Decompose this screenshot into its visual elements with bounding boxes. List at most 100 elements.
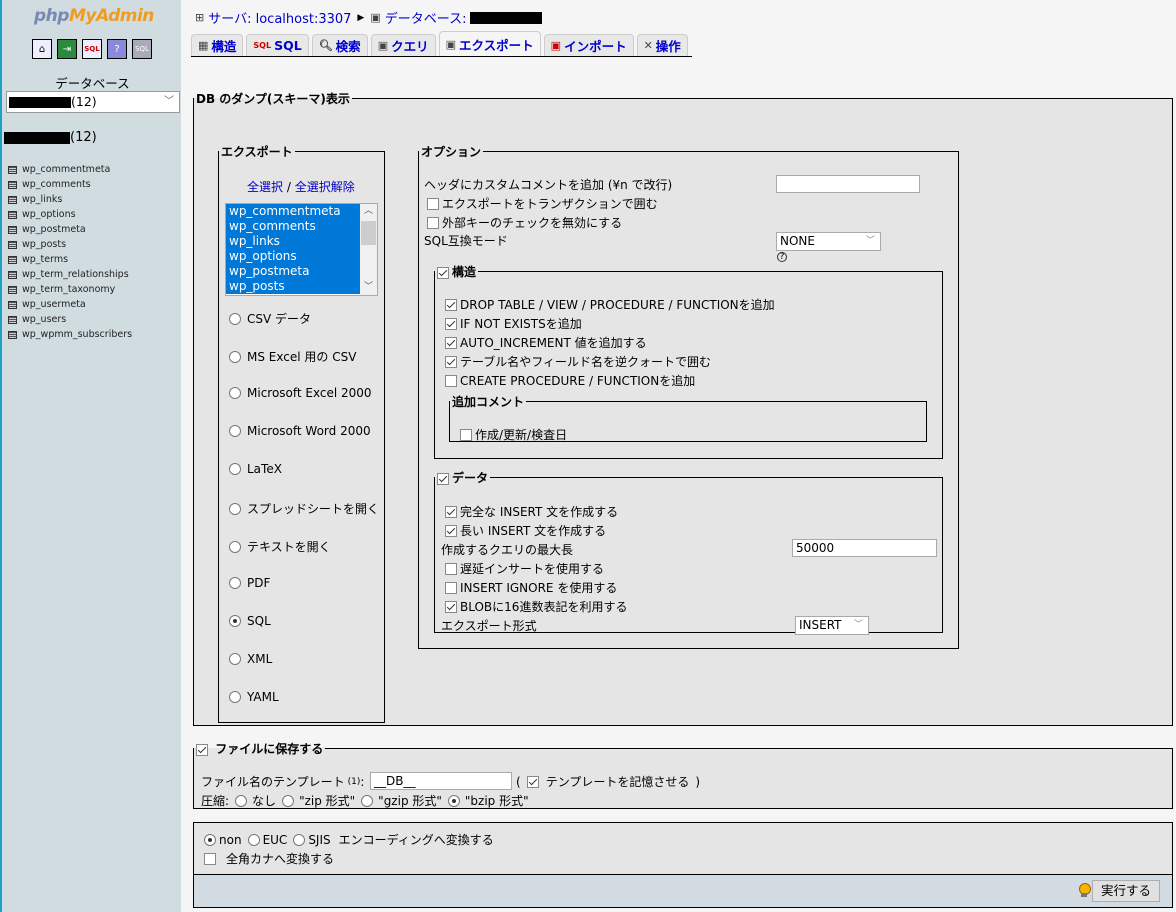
table-item[interactable]: wp_term_relationships (8, 267, 132, 282)
sql-docs-icon[interactable]: SQL (132, 39, 152, 59)
max-query-input[interactable]: 50000 (792, 539, 937, 557)
breadcrumb-database[interactable]: データベース: (385, 8, 467, 27)
format-spreadsheet[interactable]: スプレッドシートを開く (229, 500, 379, 517)
format-radio[interactable] (229, 615, 241, 627)
database-name-link[interactable]: (12) (4, 130, 97, 145)
table-item[interactable]: wp_posts (8, 237, 132, 252)
tab-query[interactable]: ▣ クエリ (370, 34, 436, 56)
deselect-all-link[interactable]: 全選択解除 (295, 178, 355, 195)
select-all-link[interactable]: 全選択 (247, 178, 283, 195)
auto-increment-option[interactable]: AUTO_INCREMENT 値を追加する (445, 334, 647, 351)
database-select[interactable]: (12) ﹀ (6, 91, 180, 113)
table-item[interactable]: wp_commentmeta (8, 162, 132, 177)
table-item[interactable]: wp_options (8, 207, 132, 222)
format-radio[interactable] (229, 691, 241, 703)
format-csv[interactable]: CSV データ (229, 310, 311, 327)
create-procedure-option[interactable]: CREATE PROCEDURE / FUNCTIONを追加 (445, 372, 695, 389)
hex-blob-checkbox[interactable] (445, 600, 457, 613)
format-latex[interactable]: LaTeX (229, 462, 282, 476)
if-not-exists-option[interactable]: IF NOT EXISTSを追加 (445, 315, 582, 332)
table-item[interactable]: wp_usermeta (8, 297, 132, 312)
tab-import[interactable]: ▣ インポート (543, 34, 634, 56)
drop-table-option[interactable]: DROP TABLE / VIEW / PROCEDURE / FUNCTION… (445, 296, 775, 313)
save-file-checkbox[interactable] (196, 743, 208, 756)
format-radio[interactable] (229, 502, 241, 515)
auto-increment-checkbox[interactable] (445, 336, 457, 349)
format-radio[interactable] (229, 312, 241, 325)
transaction-option[interactable]: エクスポートをトランザクションで囲む (427, 195, 658, 212)
format-radio[interactable] (229, 577, 241, 589)
data-checkbox[interactable] (437, 472, 449, 485)
table-item[interactable]: wp_links (8, 192, 132, 207)
format-xml[interactable]: XML (229, 652, 272, 666)
complete-insert-option[interactable]: 完全な INSERT 文を作成する (445, 503, 618, 520)
encoding-non-radio[interactable] (204, 833, 216, 846)
hex-blob-option[interactable]: BLOBに16進数表記を利用する (445, 598, 627, 615)
format-text[interactable]: テキストを開く (229, 538, 331, 555)
table-option[interactable]: wp_links (226, 234, 360, 249)
format-excel-2000[interactable]: Microsoft Excel 2000 (229, 386, 372, 400)
home-icon[interactable]: ⌂ (32, 39, 52, 59)
create-procedure-checkbox[interactable] (445, 374, 457, 387)
table-item[interactable]: wp_wpmm_subscribers (8, 327, 132, 342)
format-radio[interactable] (229, 463, 241, 475)
format-word-2000[interactable]: Microsoft Word 2000 (229, 424, 371, 438)
format-yaml[interactable]: YAML (229, 690, 279, 704)
table-option[interactable]: wp_options (226, 249, 360, 264)
insert-ignore-checkbox[interactable] (445, 581, 457, 594)
remember-template-checkbox[interactable] (526, 775, 539, 788)
disable-fk-checkbox[interactable] (427, 216, 439, 229)
compression-gzip-radio[interactable] (361, 794, 374, 807)
header-comment-input[interactable] (776, 175, 920, 193)
backquotes-option[interactable]: テーブル名やフィールド名を逆クォートで囲む (445, 353, 711, 370)
footnote-link[interactable]: (1) (348, 777, 361, 787)
extended-insert-option[interactable]: 長い INSERT 文を作成する (445, 522, 606, 539)
drop-table-checkbox[interactable] (445, 298, 457, 311)
tab-operations[interactable]: ✕ 操作 (636, 34, 688, 56)
compression-none-radio[interactable] (235, 794, 248, 807)
if-not-exists-checkbox[interactable] (445, 317, 457, 330)
scroll-down-icon[interactable]: ﹀ (360, 280, 377, 295)
table-item[interactable]: wp_users (8, 312, 132, 327)
complete-insert-checkbox[interactable] (445, 505, 457, 518)
export-type-select[interactable]: INSERT ﹀ (795, 616, 869, 635)
table-option[interactable]: wp_postmeta (226, 264, 360, 279)
help-icon[interactable]: ? (107, 39, 127, 59)
table-option[interactable]: wp_commentmeta (226, 204, 360, 219)
table-multiselect[interactable]: wp_commentmeta wp_comments wp_links wp_o… (225, 203, 378, 296)
dates-checkbox[interactable] (460, 428, 472, 441)
table-item[interactable]: wp_terms (8, 252, 132, 267)
format-excel-csv[interactable]: MS Excel 用の CSV (229, 348, 356, 365)
structure-checkbox[interactable] (437, 266, 449, 279)
table-option[interactable]: wp_posts (226, 279, 360, 294)
kana-checkbox[interactable] (204, 852, 216, 865)
data-legend[interactable]: データ (435, 469, 490, 486)
encoding-euc-radio[interactable] (247, 833, 260, 846)
tab-search[interactable]: 🔍︎ 検索 (311, 34, 368, 56)
extended-insert-checkbox[interactable] (445, 524, 457, 537)
structure-legend[interactable]: 構造 (435, 263, 478, 280)
format-radio[interactable] (229, 387, 241, 399)
table-item[interactable]: wp_postmeta (8, 222, 132, 237)
tab-export[interactable]: ▣ エクスポート (438, 31, 541, 56)
format-sql[interactable]: SQL (229, 614, 271, 628)
format-radio[interactable] (229, 653, 241, 665)
phpmyadmin-logo[interactable]: phpMyAdmin (34, 6, 154, 26)
table-item[interactable]: wp_comments (8, 177, 132, 192)
delayed-insert-option[interactable]: 遅延インサートを使用する (445, 560, 604, 577)
disable-fk-option[interactable]: 外部キーのチェックを無効にする (427, 214, 622, 231)
tab-sql[interactable]: SQL SQL (246, 34, 309, 56)
table-option[interactable]: wp_comments (226, 219, 360, 234)
compat-mode-select[interactable]: NONE ﹀ (776, 232, 881, 251)
insert-ignore-option[interactable]: INSERT IGNORE を使用する (445, 579, 617, 596)
filename-template-input[interactable]: __DB__ (370, 772, 512, 790)
table-item[interactable]: wp_term_taxonomy (8, 282, 132, 297)
exit-icon[interactable]: ⇥ (57, 39, 77, 59)
delayed-insert-checkbox[interactable] (445, 562, 457, 575)
breadcrumb-server[interactable]: サーバ: localhost:3307 (208, 8, 351, 27)
encoding-sjis-radio[interactable] (293, 833, 306, 846)
sql-query-icon[interactable]: SQL (82, 39, 102, 59)
tab-structure[interactable]: ▦ 構造 (191, 34, 244, 56)
compression-zip-radio[interactable] (282, 794, 295, 807)
format-radio[interactable] (229, 540, 241, 553)
